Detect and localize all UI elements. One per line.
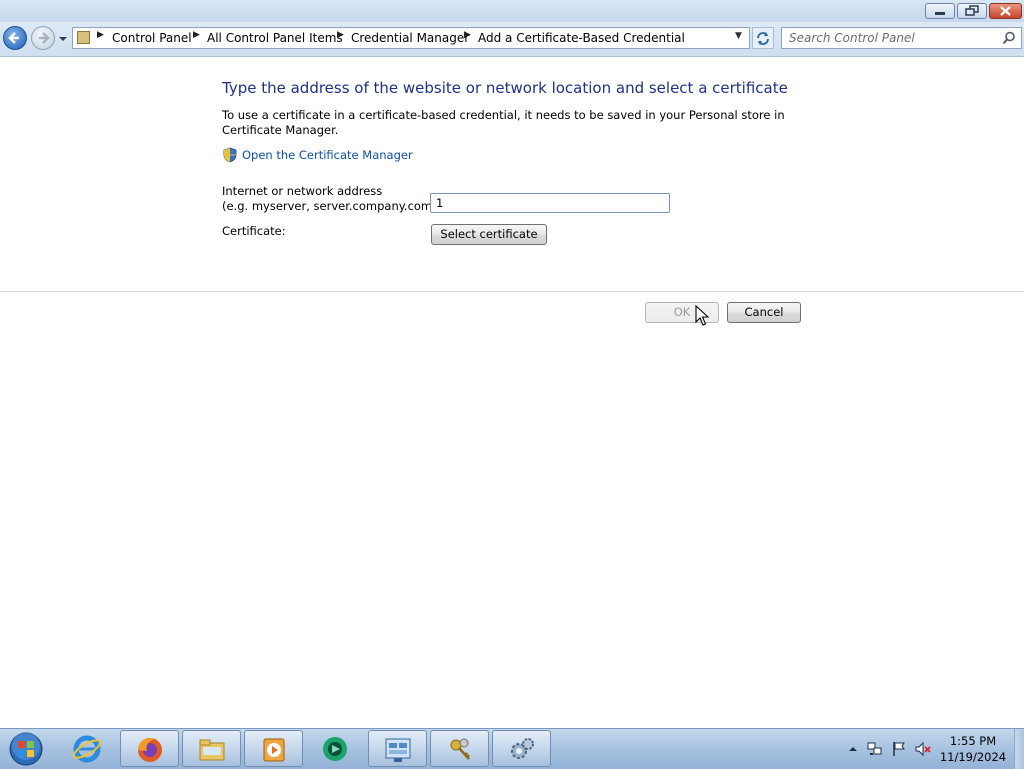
firefox-icon [137, 737, 162, 762]
instruction-text: To use a certificate in a certificate-ba… [222, 108, 785, 137]
refresh-icon [757, 32, 769, 45]
breadcrumb-control-panel[interactable]: Control Panel [112, 31, 192, 45]
search-icon[interactable] [1002, 31, 1016, 45]
control-panel-window-icon [385, 738, 411, 762]
restore-button[interactable] [957, 3, 987, 19]
taskbar: 1:55 PM 11/19/2024 [0, 728, 1024, 769]
network-address-input[interactable] [430, 193, 670, 213]
green-app-icon [323, 737, 347, 761]
window-title-bar [0, 0, 1024, 23]
taskbar-credential-manager[interactable] [430, 730, 489, 767]
network-address-label-line1: Internet or network address [222, 184, 383, 198]
taskbar-system-settings[interactable] [492, 730, 551, 767]
breadcrumb-separator-icon[interactable]: ▶ [464, 30, 471, 40]
taskbar-green-app[interactable] [306, 730, 365, 767]
internet-explorer-icon [72, 735, 102, 763]
breadcrumb-separator-icon[interactable]: ▶ [337, 30, 344, 40]
certificate-label: Certificate: [222, 224, 286, 238]
breadcrumb-credential-manager[interactable]: Credential Manager [351, 31, 469, 45]
clock-time[interactable]: 1:55 PM [936, 734, 1010, 748]
address-bar[interactable]: ▶ Control Panel ▶ All Control Panel Item… [72, 27, 750, 49]
search-input[interactable] [782, 28, 999, 48]
control-panel-icon [77, 31, 90, 44]
taskbar-firefox[interactable] [120, 730, 179, 767]
recent-pages-dropdown[interactable] [58, 34, 68, 44]
start-button[interactable] [4, 731, 48, 767]
network-address-label-line2: (e.g. myserver, server.company.com): [222, 199, 441, 213]
breadcrumb-separator-icon[interactable]: ▶ [97, 30, 104, 40]
navigation-bar: ▶ Control Panel ▶ All Control Panel Item… [0, 22, 1024, 57]
forward-button[interactable] [31, 26, 55, 50]
cancel-button[interactable]: Cancel [727, 302, 801, 323]
keys-icon [450, 738, 470, 760]
refresh-button[interactable] [752, 27, 774, 49]
back-button[interactable] [3, 26, 27, 50]
show-desktop-button[interactable] [1014, 729, 1024, 769]
network-address-label: Internet or network address (e.g. myserv… [222, 184, 441, 214]
minimize-button[interactable] [925, 3, 955, 19]
gears-icon [511, 738, 534, 759]
taskbar-control-panel[interactable] [368, 730, 427, 767]
chevron-down-icon [59, 37, 67, 41]
forward-arrow-icon [39, 32, 50, 44]
taskbar-file-explorer[interactable] [182, 730, 241, 767]
network-icon[interactable] [867, 741, 883, 757]
close-icon [1000, 6, 1011, 16]
page-title: Type the address of the website or netwo… [222, 79, 788, 97]
folder-icon [199, 739, 225, 761]
volume-muted-icon[interactable] [915, 741, 931, 757]
close-button[interactable] [989, 3, 1022, 19]
taskbar-internet-explorer[interactable] [58, 730, 117, 767]
mouse-pointer-icon [695, 305, 709, 326]
divider [0, 291, 1024, 292]
breadcrumb-separator-icon[interactable]: ▶ [193, 30, 200, 40]
breadcrumb-add-certificate-credential[interactable]: Add a Certificate-Based Credential [478, 31, 685, 45]
breadcrumb-all-items[interactable]: All Control Panel Items [207, 31, 343, 45]
search-box[interactable] [781, 27, 1022, 49]
restore-icon [965, 5, 979, 16]
back-arrow-icon [8, 32, 19, 44]
uac-shield-icon [223, 147, 237, 163]
minimize-icon [935, 12, 945, 15]
action-center-flag-icon[interactable] [891, 741, 907, 757]
open-certificate-manager-link[interactable]: Open the Certificate Manager [242, 148, 413, 162]
media-player-icon [263, 738, 285, 762]
select-certificate-button[interactable]: Select certificate [431, 224, 547, 245]
address-dropdown-icon[interactable]: ▼ [735, 31, 742, 41]
clock-date[interactable]: 11/19/2024 [936, 750, 1010, 764]
show-hidden-icons-icon[interactable] [845, 741, 861, 757]
taskbar-media-player[interactable] [244, 730, 303, 767]
